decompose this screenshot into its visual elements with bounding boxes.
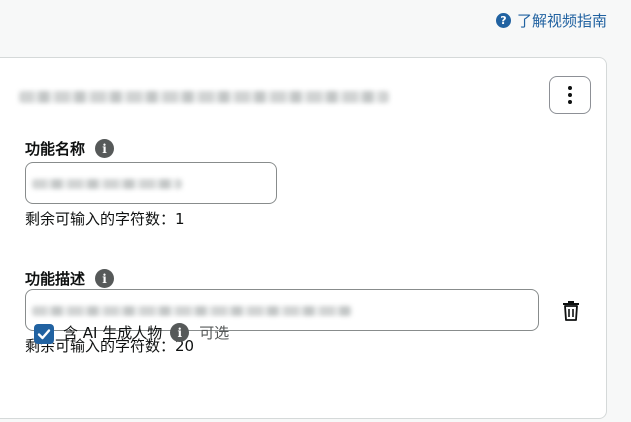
- info-icon[interactable]: i: [95, 139, 115, 158]
- feature-name-label-text: 功能名称: [25, 140, 86, 158]
- video-guide-link[interactable]: ? 了解视频指南: [495, 10, 607, 31]
- info-icon[interactable]: i: [170, 323, 190, 342]
- ai-person-checkbox-label[interactable]: 含 AI 生成人物: [63, 322, 162, 343]
- optional-label: 可选: [199, 324, 230, 342]
- feature-name-remaining: 剩余可输入的字符数：1: [25, 210, 185, 228]
- question-circle-icon: ?: [495, 13, 511, 28]
- more-options-button[interactable]: [549, 76, 591, 114]
- feature-name-input[interactable]: [25, 162, 277, 204]
- card-title-redacted: [19, 91, 389, 103]
- video-guide-label: 了解视频指南: [516, 12, 607, 30]
- feature-description-value-redacted: [32, 306, 352, 316]
- feature-description-label: 功能描述 i: [25, 268, 115, 289]
- feature-description-label-text: 功能描述: [25, 270, 86, 288]
- feature-name-value-redacted: [32, 179, 182, 189]
- info-icon[interactable]: i: [95, 269, 115, 288]
- checkmark-icon: [37, 329, 51, 340]
- ai-person-option: 含 AI 生成人物 i 可选: [63, 322, 229, 343]
- ai-person-checkbox[interactable]: [34, 324, 54, 344]
- trash-icon[interactable]: [562, 299, 580, 321]
- feature-name-label: 功能名称 i: [25, 138, 115, 159]
- feature-card: 功能名称 i 剩余可输入的字符数：1 功能描述 i 剩余可输入的字符数：20: [0, 57, 607, 419]
- more-vertical-icon: [568, 86, 572, 104]
